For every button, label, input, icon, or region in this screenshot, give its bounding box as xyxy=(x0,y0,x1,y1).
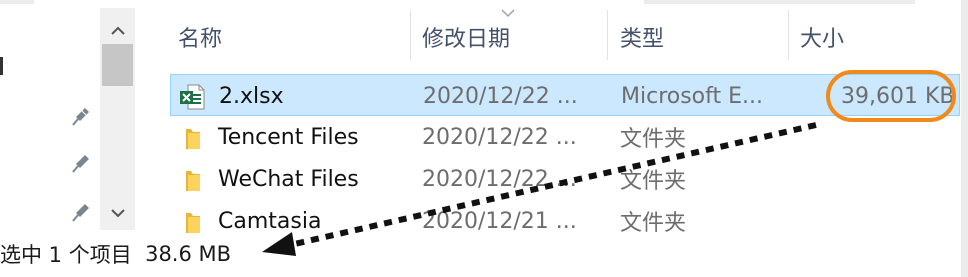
pin-icon[interactable] xyxy=(72,150,94,174)
folder-icon xyxy=(186,171,200,191)
sort-indicator-icon xyxy=(501,9,515,18)
window-top-edge xyxy=(0,0,968,4)
file-type: 文件夹 xyxy=(620,211,687,236)
column-header-size[interactable]: 大小 xyxy=(800,18,950,56)
file-date: 2020/12/22 ... xyxy=(422,124,577,150)
file-name[interactable]: WeChat Files xyxy=(218,158,359,200)
size-highlight-annotation xyxy=(826,70,956,122)
file-row[interactable]: Tencent Files 2020/12/22 ... 文件夹 xyxy=(170,116,960,158)
excel-file-icon xyxy=(180,84,205,110)
chevron-up-icon xyxy=(110,26,125,35)
file-type: 文件夹 xyxy=(620,127,687,152)
scroll-thumb[interactable] xyxy=(102,44,133,86)
pin-icon[interactable] xyxy=(72,199,94,223)
folder-icon xyxy=(186,129,200,149)
file-row[interactable]: Camtasia 2020/12/21 ... 文件夹 xyxy=(170,200,960,242)
folder-icon xyxy=(186,213,200,233)
column-divider[interactable] xyxy=(607,10,608,60)
column-divider[interactable] xyxy=(788,10,789,60)
file-name[interactable]: Camtasia xyxy=(218,200,321,242)
file-type: 文件夹 xyxy=(620,169,687,194)
scroll-up-button[interactable] xyxy=(100,14,135,48)
file-name[interactable]: 2.xlsx xyxy=(219,75,284,117)
nav-pane-clipped-item xyxy=(0,57,3,75)
scroll-down-button[interactable] xyxy=(100,196,135,230)
status-bar: 选中 1 个项目 38.6 MB xyxy=(0,236,231,272)
pin-icon[interactable] xyxy=(72,103,94,127)
file-date: 2020/12/21 ... xyxy=(422,208,577,234)
status-selected-size: 38.6 MB xyxy=(145,242,232,266)
status-selection-count: 选中 1 个项目 xyxy=(0,243,132,267)
chevron-down-icon xyxy=(110,209,125,218)
column-header-date-modified[interactable]: 修改日期 xyxy=(422,18,602,56)
file-row[interactable]: WeChat Files 2020/12/22 ... 文件夹 xyxy=(170,158,960,200)
column-divider[interactable] xyxy=(410,10,411,60)
file-date: 2020/12/22 ... xyxy=(422,166,577,192)
column-header-type[interactable]: 类型 xyxy=(620,18,780,56)
column-header-name[interactable]: 名称 xyxy=(178,18,408,56)
file-date: 2020/12/22 ... xyxy=(423,83,578,109)
file-name[interactable]: Tencent Files xyxy=(218,116,359,158)
file-type: Microsoft E... xyxy=(621,83,763,109)
nav-pane-scrollbar[interactable] xyxy=(100,8,135,230)
window-right-edge xyxy=(961,0,968,277)
